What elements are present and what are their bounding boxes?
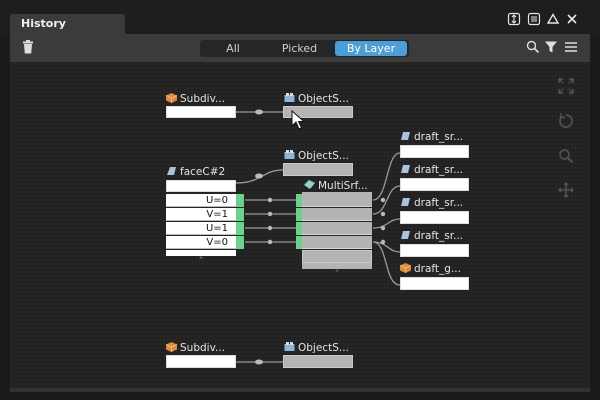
mouse-cursor [291,109,306,130]
node-draft-1[interactable]: draft_sr... [400,131,463,143]
filter-by-layer-button[interactable]: By Layer [335,41,407,56]
search-icon[interactable] [526,40,542,56]
node-expand-handle[interactable] [166,250,236,259]
output-port[interactable] [236,222,244,235]
reset-icon[interactable] [557,112,575,130]
node-body[interactable] [400,211,469,224]
node-body[interactable] [400,145,469,158]
node-objects-mid[interactable]: ObjectS... [284,150,349,162]
node-label: ObjectS... [298,342,349,354]
face-curve-icon [167,167,176,175]
window-title-tab[interactable]: History Visualizer [10,14,125,50]
node-draft-g[interactable]: draft_g... [399,263,461,275]
node-label: draft_g... [414,263,461,275]
object-icon [284,93,295,102]
object-icon [284,342,295,351]
node-multisrf[interactable]: MultiSrf... [303,179,368,192]
input-row[interactable] [302,222,372,235]
list-icon[interactable] [526,12,542,28]
filter-icon[interactable] [544,40,560,56]
node-label: MultiSrf... [318,180,368,192]
node-body[interactable] [166,355,236,368]
output-port[interactable] [236,208,244,221]
input-row[interactable] [302,236,372,249]
resize-vertical-icon[interactable] [506,12,522,28]
zoom-icon[interactable] [557,147,575,165]
draft-surface-icon [401,231,410,239]
node-subdiv-bottom[interactable]: Subdiv... [165,342,225,354]
node-body[interactable] [166,106,236,118]
collapse-icon[interactable] [545,12,561,28]
object-icon [284,150,295,159]
param-row[interactable]: V=0 [166,236,236,249]
input-port[interactable] [296,208,302,221]
trash-icon[interactable] [22,40,36,56]
draft-surface-icon [401,165,410,173]
multi-surface-icon [303,179,316,189]
node-label: draft_sr... [414,164,464,176]
node-draft-4[interactable]: draft_sr... [400,230,463,242]
status-bar [10,388,590,392]
node-draft-2[interactable]: draft_sr... [400,164,463,176]
node-label: ObjectS... [298,93,349,105]
input-port[interactable] [296,194,302,207]
node-body[interactable] [283,355,353,368]
node-expand-handle[interactable] [302,263,372,272]
pan-icon[interactable] [557,181,575,199]
title-bar: History Visualizer [0,0,600,50]
menu-icon[interactable] [564,40,580,56]
node-label: Subdiv... [180,342,225,354]
draft-surface-icon [401,132,410,140]
draft-geometry-icon [399,263,412,273]
fit-view-icon[interactable] [557,77,575,95]
node-label: draft_sr... [414,230,464,242]
input-row[interactable] [302,208,372,221]
node-label: faceC#2 [180,166,226,178]
input-row[interactable] [302,194,372,207]
node-footer[interactable] [302,250,372,263]
subd-cube-icon [165,342,178,352]
param-row[interactable]: U=1 [166,222,236,235]
node-label: draft_sr... [414,197,464,209]
node-objects-bottom[interactable]: ObjectS... [284,342,349,354]
node-body[interactable] [166,180,236,192]
param-row[interactable]: U=0 [166,194,236,207]
node-body[interactable] [400,244,469,257]
input-port[interactable] [296,222,302,235]
filter-picked-button[interactable]: Picked [266,40,333,57]
output-port[interactable] [236,236,244,249]
node-label: draft_sr... [414,131,464,143]
node-facec[interactable]: faceC#2 [166,166,225,178]
node-draft-3[interactable]: draft_sr... [400,197,463,209]
filter-all-button[interactable]: All [200,40,266,57]
node-label: Subdiv... [180,93,225,105]
node-label: ObjectS... [298,150,349,162]
output-port[interactable] [236,194,244,207]
filter-segmented-control: All Picked By Layer [200,40,409,57]
node-objects-top[interactable]: ObjectS... [284,93,349,105]
draft-surface-icon [401,198,410,206]
node-body[interactable] [400,277,469,290]
param-row[interactable]: V=1 [166,208,236,221]
close-icon[interactable] [564,12,580,28]
input-port[interactable] [296,236,302,249]
node-body[interactable] [400,178,469,191]
node-body[interactable] [283,163,353,176]
node-subdiv-top[interactable]: Subdiv... [165,93,225,105]
toolbar: All Picked By Layer [10,34,590,62]
subd-cube-icon [165,93,178,103]
